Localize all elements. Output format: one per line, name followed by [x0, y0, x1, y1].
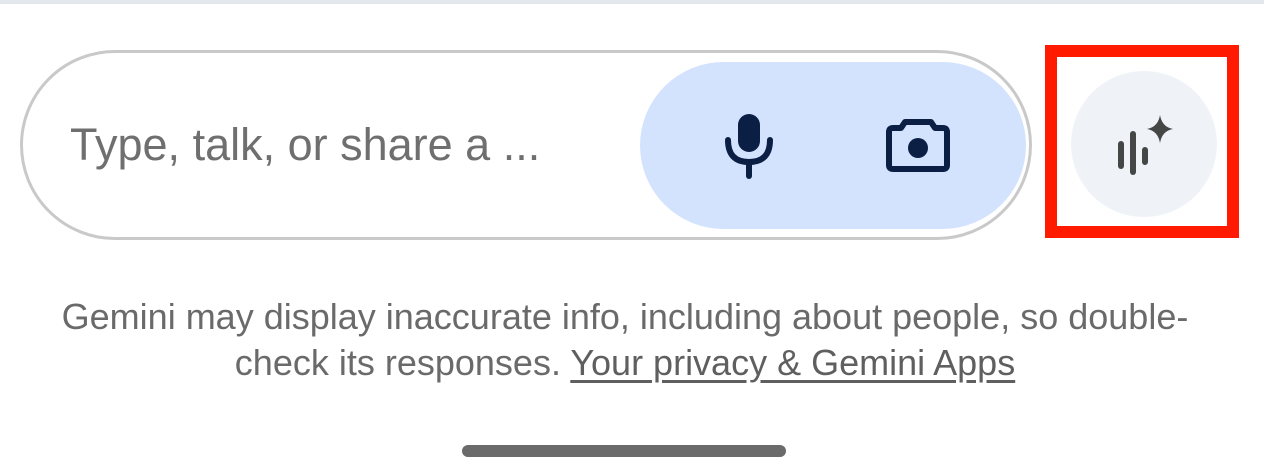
prompt-input-bar[interactable]: Type, talk, or share a ...	[20, 50, 1032, 240]
privacy-link[interactable]: Your privacy & Gemini Apps	[570, 342, 1015, 383]
microphone-button[interactable]	[704, 100, 794, 190]
microphone-icon	[725, 114, 773, 179]
home-indicator[interactable]	[462, 445, 786, 457]
disclaimer-text: Gemini may display inaccurate info, incl…	[60, 294, 1190, 386]
gemini-live-sparkle-icon	[1118, 115, 1173, 175]
input-action-group	[640, 62, 1026, 229]
top-divider	[0, 0, 1264, 4]
prompt-input-placeholder[interactable]: Type, talk, or share a ...	[70, 53, 630, 237]
gemini-live-button[interactable]	[1071, 71, 1217, 217]
camera-button[interactable]	[873, 100, 963, 190]
camera-icon	[886, 119, 950, 172]
